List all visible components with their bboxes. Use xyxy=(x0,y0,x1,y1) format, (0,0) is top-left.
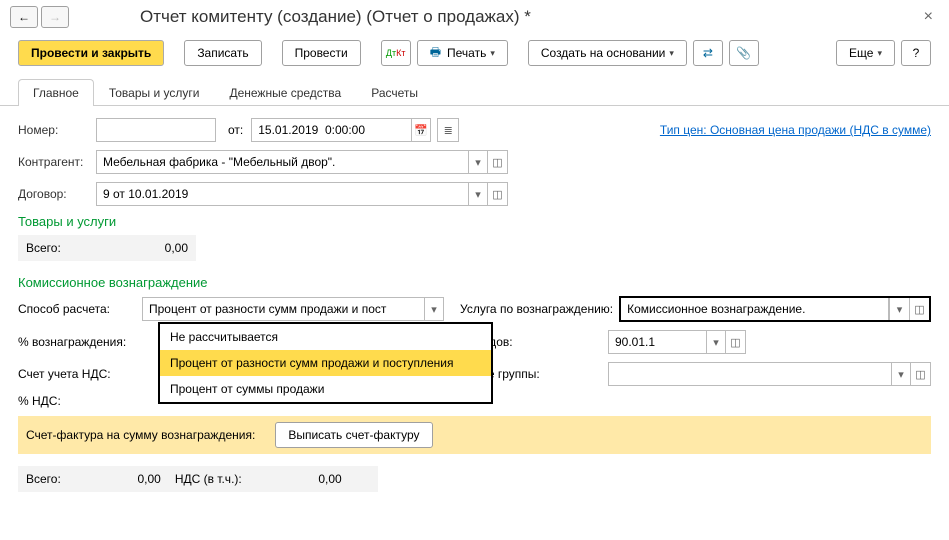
calc-method-dropdown: Не рассчитывается Процент от разности су… xyxy=(158,322,493,404)
create-based-on-button[interactable]: Создать на основании ▾ xyxy=(528,40,687,66)
chevron-down-icon: ▾ xyxy=(475,188,481,201)
commission-service-label: Услуга по вознаграждению: xyxy=(460,302,613,316)
open-icon: ◫ xyxy=(914,303,924,316)
doc-icon: ≣ xyxy=(444,124,453,137)
nomenclature-group-open-button[interactable]: ◫ xyxy=(911,362,931,386)
arrow-left-icon: ← xyxy=(18,10,30,24)
dt-kt-button[interactable]: ДтКт xyxy=(381,40,411,66)
commission-service-dropdown-button[interactable]: ▾ xyxy=(889,298,909,320)
chevron-down-icon: ▾ xyxy=(897,303,903,316)
commission-service-open-button[interactable]: ◫ xyxy=(909,298,929,320)
dtkt-icon: ДтКт xyxy=(386,48,406,58)
goods-section-title: Товары и услуги xyxy=(18,214,931,229)
contract-label: Договор: xyxy=(18,187,96,201)
print-button[interactable]: 🖶 Печать ▾ xyxy=(417,40,508,66)
more-button[interactable]: Еще ▾ xyxy=(836,40,895,66)
contract-dropdown-button[interactable]: ▾ xyxy=(468,182,488,206)
date-from-label: от: xyxy=(228,123,243,137)
footer-vat-label: НДС (в т.ч.): xyxy=(175,472,242,486)
footer-total-label: Всего: xyxy=(26,472,61,486)
calendar-icon: 📅 xyxy=(414,124,428,137)
post-and-close-button[interactable]: Провести и закрыть xyxy=(18,40,164,66)
calc-method-input[interactable] xyxy=(142,297,424,321)
help-button[interactable]: ? xyxy=(901,40,931,66)
calc-method-option-none[interactable]: Не рассчитывается xyxy=(160,324,491,350)
open-icon: ◫ xyxy=(492,188,502,201)
link-icon: ⇄ xyxy=(703,46,713,60)
counterparty-dropdown-button[interactable]: ▾ xyxy=(468,150,488,174)
chevron-down-icon: ▾ xyxy=(490,48,495,59)
nav-back-button[interactable]: ← xyxy=(10,6,38,28)
save-button[interactable]: Записать xyxy=(184,40,261,66)
goods-total-value: 0,00 xyxy=(88,241,188,255)
paperclip-icon: 📎 xyxy=(736,46,751,60)
chevron-down-icon: ▾ xyxy=(431,303,437,316)
open-icon: ◫ xyxy=(915,368,925,381)
commission-percent-label: % вознаграждения: xyxy=(18,335,148,349)
vat-account-label: Счет учета НДС: xyxy=(18,367,148,381)
date-input[interactable] xyxy=(251,118,411,142)
footer-total-value: 0,00 xyxy=(61,472,161,486)
chevron-down-icon: ▾ xyxy=(669,48,674,59)
tab-calc[interactable]: Расчеты xyxy=(356,79,433,106)
close-button[interactable]: × xyxy=(918,8,939,26)
chevron-down-icon: ▾ xyxy=(475,156,481,169)
income-account-open-button[interactable]: ◫ xyxy=(726,330,746,354)
tab-main[interactable]: Главное xyxy=(18,79,94,106)
tab-cash[interactable]: Денежные средства xyxy=(214,79,356,106)
contract-input[interactable] xyxy=(96,182,468,206)
invoice-label: Счет-фактура на сумму вознаграждения: xyxy=(26,428,255,442)
nomenclature-group-input[interactable] xyxy=(608,362,891,386)
price-type-link[interactable]: Тип цен: Основная цена продажи (НДС в су… xyxy=(660,123,931,137)
chevron-down-icon: ▾ xyxy=(877,48,882,59)
vat-percent-label: % НДС: xyxy=(18,394,148,408)
chevron-down-icon: ▾ xyxy=(898,368,904,381)
goods-total-label: Всего: xyxy=(26,241,61,255)
chevron-down-icon: ▾ xyxy=(713,336,719,349)
income-account-input[interactable] xyxy=(608,330,706,354)
header-extra-button[interactable]: ≣ xyxy=(437,118,459,142)
income-account-dropdown-button[interactable]: ▾ xyxy=(706,330,726,354)
commission-section-title: Комиссионное вознаграждение xyxy=(18,275,931,290)
footer-vat-value: 0,00 xyxy=(242,472,342,486)
counterparty-open-button[interactable]: ◫ xyxy=(488,150,508,174)
counterparty-label: Контрагент: xyxy=(18,155,96,169)
open-icon: ◫ xyxy=(492,156,502,169)
number-input[interactable] xyxy=(96,118,216,142)
tab-goods[interactable]: Товары и услуги xyxy=(94,79,215,106)
calc-method-label: Способ расчета: xyxy=(18,302,142,316)
nomenclature-group-dropdown-button[interactable]: ▾ xyxy=(891,362,911,386)
attach-button[interactable]: 📎 xyxy=(729,40,759,66)
write-invoice-button[interactable]: Выписать счет-фактуру xyxy=(275,422,432,448)
arrow-right-icon: → xyxy=(49,10,61,24)
calendar-button[interactable]: 📅 xyxy=(411,118,431,142)
number-label: Номер: xyxy=(18,123,96,137)
printer-icon: 🖶 xyxy=(430,43,441,64)
counterparty-input[interactable] xyxy=(96,150,468,174)
link-button[interactable]: ⇄ xyxy=(693,40,723,66)
contract-open-button[interactable]: ◫ xyxy=(488,182,508,206)
calc-method-option-diff-percent[interactable]: Процент от разности сумм продажи и посту… xyxy=(160,350,491,376)
open-icon: ◫ xyxy=(730,336,740,349)
post-button[interactable]: Провести xyxy=(282,40,361,66)
page-title: Отчет комитенту (создание) (Отчет о прод… xyxy=(140,7,531,27)
nav-forward-button[interactable]: → xyxy=(41,6,69,28)
commission-service-input[interactable] xyxy=(621,298,889,320)
calc-method-option-sale-percent[interactable]: Процент от суммы продажи xyxy=(160,376,491,402)
calc-method-dropdown-button[interactable]: ▾ xyxy=(424,297,444,321)
